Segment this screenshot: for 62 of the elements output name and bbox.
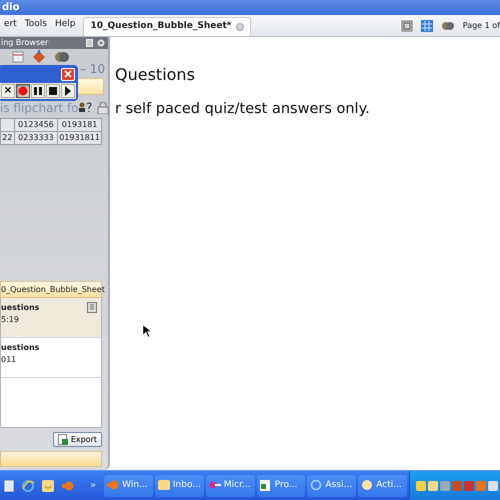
- spreadsheet-icon: [58, 434, 68, 445]
- record-button[interactable]: [16, 84, 30, 98]
- spinning-top-icon[interactable]: [32, 50, 46, 64]
- circle-icon: [361, 480, 374, 491]
- settings-icon[interactable]: [97, 39, 105, 47]
- document-tab[interactable]: 10_Question_Bubble_Sheet*: [83, 17, 252, 36]
- key-icon: [208, 480, 221, 491]
- people-icon[interactable]: [54, 50, 70, 64]
- table-cell: [0, 118, 14, 132]
- list-item[interactable]: uestions 011: [1, 338, 101, 378]
- play-icon: [63, 86, 73, 96]
- taskbar-button[interactable]: Win...: [104, 474, 153, 496]
- menu-item[interactable]: Tools: [20, 18, 51, 36]
- table-cell: 22: [0, 132, 14, 144]
- faded-heading: – 10: [80, 63, 106, 76]
- lock-icon[interactable]: [96, 102, 108, 114]
- item-detail: 5:19: [1, 314, 20, 326]
- table-cell: 0123456: [14, 118, 58, 132]
- faded-text: is flipchart fo: [0, 100, 78, 117]
- spreadsheet-icon: [260, 480, 272, 491]
- item-title: uestions: [1, 302, 40, 314]
- play-button[interactable]: [61, 84, 75, 98]
- taskbar-button[interactable]: Micr...: [206, 474, 255, 496]
- panel-title: ing Browser: [1, 37, 48, 49]
- list-item[interactable]: uestions 5:19: [1, 298, 101, 338]
- user-question-icon[interactable]: [78, 102, 92, 112]
- text-line: r self paced quiz/test answers only.: [115, 100, 371, 119]
- browser-icon: [310, 480, 322, 491]
- cancel-button[interactable]: ×: [1, 84, 15, 98]
- record-icon: [18, 86, 28, 96]
- taskbar-button[interactable]: Assi...: [307, 474, 356, 496]
- table-cell: 01931811: [58, 132, 102, 144]
- close-icon[interactable]: [236, 23, 244, 31]
- export-button[interactable]: Export: [52, 432, 102, 447]
- menu-item[interactable]: Help: [50, 18, 80, 36]
- taskbar-button[interactable]: Inbo...: [154, 474, 204, 496]
- close-icon: [64, 70, 72, 78]
- page-icon[interactable]: [400, 20, 413, 32]
- tab-label: 10_Question_Bubble_Sheet*: [90, 20, 232, 34]
- taskbar-button[interactable]: Acti...: [358, 474, 407, 496]
- menu-item[interactable]: ert: [0, 18, 21, 36]
- people-icon: [440, 20, 455, 32]
- overflow-icon[interactable]: »: [90, 478, 96, 493]
- window-icon[interactable]: [4, 480, 14, 492]
- table-cell: 0193181: [58, 118, 102, 132]
- stop-button[interactable]: [46, 84, 60, 98]
- browser-icon[interactable]: [22, 480, 34, 492]
- close-button[interactable]: [61, 68, 75, 81]
- table-cell: 0233333: [14, 132, 58, 144]
- cursor-icon: [143, 325, 151, 337]
- item-title: uestions: [1, 342, 40, 354]
- page-indicator: Page 1 of: [462, 20, 500, 32]
- item-detail: 011: [1, 354, 18, 366]
- stop-icon: [48, 86, 58, 96]
- window-title: dio: [2, 2, 20, 13]
- grid-icon[interactable]: [420, 20, 433, 32]
- taskbar-button[interactable]: Pro...: [256, 474, 306, 496]
- pause-button[interactable]: [31, 84, 45, 98]
- pause-icon: [33, 86, 43, 96]
- calendar-icon[interactable]: [12, 51, 24, 63]
- page-icon[interactable]: [87, 302, 97, 313]
- heading: Questions: [115, 65, 196, 85]
